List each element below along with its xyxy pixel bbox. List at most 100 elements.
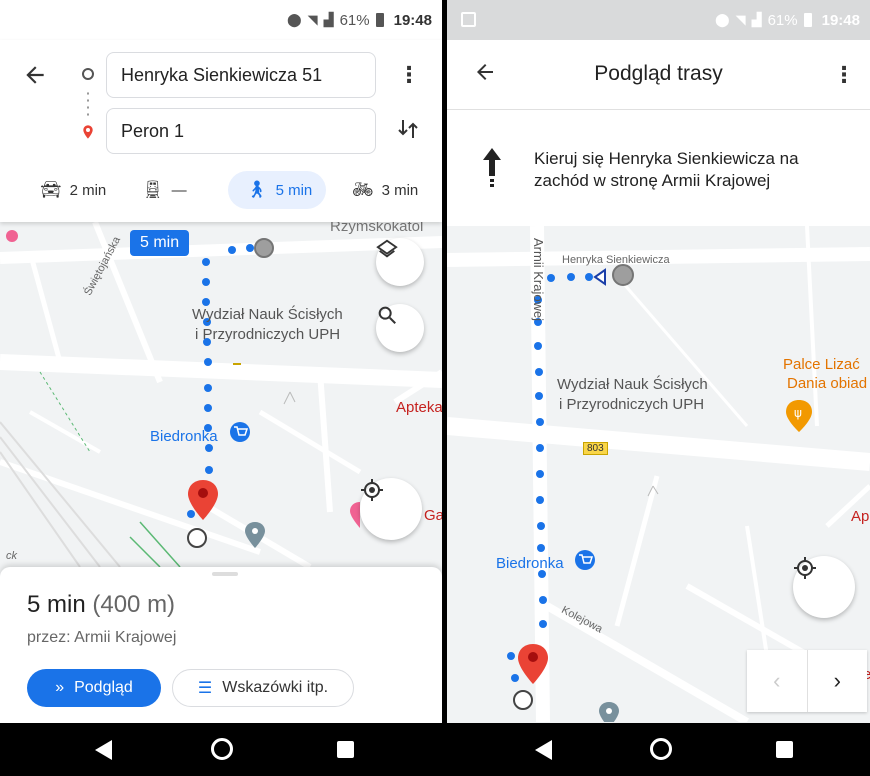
train-icon: 🚆︎ — [142, 180, 164, 199]
system-nav-bar — [447, 723, 870, 776]
next-step-button[interactable]: › — [808, 650, 868, 712]
origin-circle-icon — [82, 68, 94, 80]
map-label-faculty-1: Wydział Nauk Ścisłych — [557, 376, 708, 393]
map-label-faculty-2: i Przyrodniczych UPH — [559, 396, 705, 413]
steps-button-label: Wskazówki itp. — [222, 679, 329, 696]
status-bar: ⬤ ◥ ▟ 61% 19:48 — [447, 0, 870, 40]
directions-card: Henryka Sienkiewicza 51 Peron 1 ⋮ 🚘︎ 2 m… — [0, 40, 442, 222]
back-arrow-icon — [26, 66, 44, 84]
origin-input[interactable]: Henryka Sienkiewicza 51 — [106, 52, 376, 98]
straight-arrow-icon — [483, 148, 501, 187]
route-duration-tag: 5 min — [130, 230, 190, 256]
mode-transit-tab[interactable]: 🚆︎ — — [142, 171, 187, 209]
clock: 19:48 — [393, 11, 432, 29]
swap-icon — [398, 120, 418, 138]
route-preview-screen: ⬤ ◥ ▟ 61% 19:48 Podgląd trasy ⋮ Kieruj s… — [447, 0, 870, 776]
preview-button[interactable]: » Podgląd — [27, 669, 161, 707]
bicycle-icon: 🚲︎ — [352, 180, 374, 199]
battery-icon — [375, 13, 384, 27]
nav-home-icon[interactable] — [650, 738, 672, 760]
nav-back-icon[interactable] — [95, 740, 112, 760]
my-location-button[interactable] — [360, 478, 422, 540]
sheet-drag-handle[interactable] — [212, 572, 238, 576]
steps-button[interactable]: ☰ Wskazówki itp. — [172, 669, 354, 707]
preview-button-label: Podgląd — [74, 679, 133, 696]
map-label-henryka: Henryka Sienkiewicza — [562, 254, 670, 266]
route-planner-screen: ⬤ ◥ ▟ 61% 19:48 Henryka Sienkiewicza 51 … — [0, 0, 442, 776]
battery-percent: 61% — [339, 11, 370, 29]
mode-car-label: 2 min — [69, 181, 107, 199]
travel-mode-tabs: 🚘︎ 2 min 🚆︎ — 🚶︎ 5 min 🚲︎ 3 min — [0, 168, 442, 212]
mode-bike-tab[interactable]: 🚲︎ 3 min — [352, 171, 418, 209]
my-location-icon — [794, 557, 816, 579]
signal-icon: ▟ — [751, 12, 762, 27]
map-label-palce-2: Dania obiad — [787, 375, 868, 392]
nav-back-icon[interactable] — [535, 740, 552, 760]
car-icon: 🚘︎ — [40, 180, 62, 199]
mode-transit-label: — — [171, 181, 187, 199]
route-distance: (400 m) — [92, 591, 176, 618]
map-label-biedronka: Biedronka — [150, 428, 218, 445]
road-number-shield: 803 — [583, 442, 608, 455]
walking-icon: 🚶︎ — [246, 180, 268, 199]
battery-icon — [803, 13, 812, 27]
signal-icon: ▟ — [323, 12, 334, 27]
mode-walk-tab[interactable]: 🚶︎ 5 min — [228, 171, 327, 209]
route-via: przez: Armii Krajowej — [27, 629, 177, 646]
clock: 19:48 — [821, 11, 860, 29]
map-label-ap: Ap — [851, 508, 870, 525]
battery-percent: 61% — [767, 11, 798, 29]
nav-recents-icon[interactable] — [337, 741, 354, 758]
location-icon: ⬤ — [287, 12, 302, 27]
location-icon: ⬤ — [715, 12, 730, 27]
direction-step-card: Kieruj się Henryka Sienkiewicza na zachó… — [447, 110, 870, 226]
layers-button[interactable] — [376, 238, 424, 286]
map-label-armii-krajowej: Armii Krajowej — [531, 238, 546, 322]
mode-walk-label: 5 min — [275, 181, 313, 199]
mode-car-tab[interactable]: 🚘︎ 2 min — [40, 171, 106, 209]
status-bar: ⬤ ◥ ▟ 61% 19:48 — [0, 0, 442, 40]
map-label-faculty-2: i Przyrodniczych UPH — [195, 326, 341, 343]
list-icon: ☰ — [197, 680, 213, 697]
destination-pin-icon — [80, 124, 96, 140]
route-connector-dots — [87, 90, 89, 116]
route-summary-title: 5 min (400 m) — [27, 591, 175, 619]
map-label-faculty-1: Wydział Nauk Ścisłych — [192, 306, 343, 323]
more-options-button[interactable]: ⋮ — [833, 62, 855, 88]
double-chevron-icon: » — [55, 679, 65, 696]
destination-input[interactable]: Peron 1 — [106, 108, 376, 154]
route-summary-sheet[interactable]: 5 min (400 m) przez: Armii Krajowej » Po… — [0, 567, 442, 723]
map-canvas: ψ — [447, 226, 870, 722]
back-button[interactable] — [22, 62, 52, 92]
previous-step-button[interactable]: ‹ — [747, 650, 808, 712]
layers-icon — [376, 239, 398, 258]
system-nav-bar — [0, 723, 442, 776]
swap-button[interactable] — [398, 118, 418, 146]
map-label-ck: ck — [6, 550, 17, 562]
step-pager: ‹ › — [747, 650, 867, 712]
more-options-button[interactable]: ⋮ — [398, 62, 420, 88]
wifi-icon: ◥ — [735, 12, 746, 27]
chevron-left-icon: ‹ — [773, 668, 781, 693]
my-location-button[interactable] — [793, 556, 855, 618]
image-notification-icon — [461, 12, 476, 27]
map-view[interactable]: 5 min Rzymskokatol Świętojańska Wydział … — [0, 222, 442, 567]
preview-header: Podgląd trasy ⋮ — [447, 40, 870, 110]
step-instruction: Kieruj się Henryka Sienkiewicza na zachó… — [534, 149, 799, 190]
map-label-palce-1: Palce Lizać — [783, 356, 860, 373]
route-time: 5 min — [27, 591, 86, 618]
svg-text:ψ: ψ — [794, 406, 802, 420]
search-along-route-button[interactable] — [376, 304, 424, 352]
nav-recents-icon[interactable] — [776, 741, 793, 758]
road-number-shield — [233, 363, 241, 365]
map-view[interactable]: ψ Armii Krajowej Henryka Sienkiewicza Wy… — [447, 226, 870, 722]
my-location-icon — [361, 479, 383, 501]
chevron-right-icon: › — [833, 668, 841, 693]
map-label-ga: Ga — [424, 507, 442, 524]
map-label-apteka: Apteka — [396, 399, 442, 416]
mode-bike-label: 3 min — [381, 181, 419, 199]
nav-home-icon[interactable] — [211, 738, 233, 760]
map-label-biedronka: Biedronka — [496, 555, 564, 572]
page-title: Podgląd trasy — [594, 62, 723, 85]
search-icon — [378, 306, 396, 324]
